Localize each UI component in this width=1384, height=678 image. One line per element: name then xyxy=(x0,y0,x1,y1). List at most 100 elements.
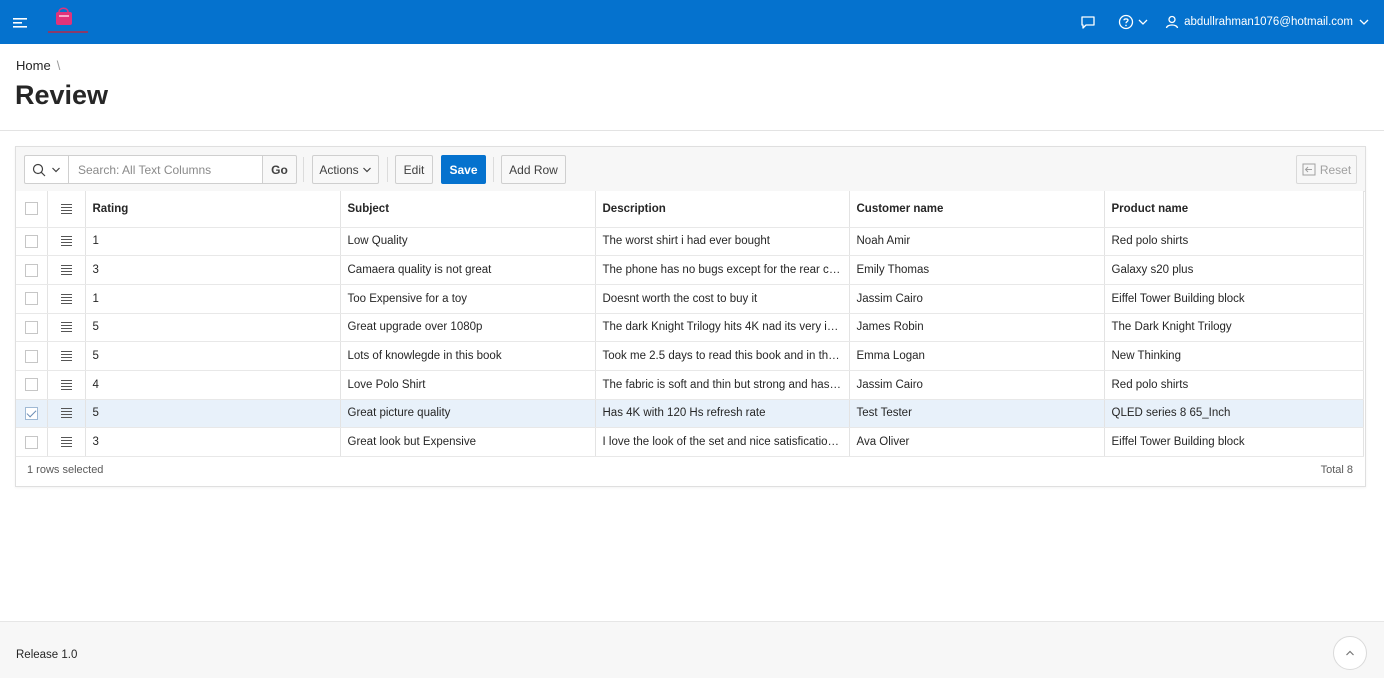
table-row[interactable]: 5 Great upgrade over 1080p The dark Knig… xyxy=(16,313,1364,343)
cell-subject[interactable]: Low Quality xyxy=(340,227,596,257)
cell-description[interactable]: Took me 2.5 days to read this book and i… xyxy=(595,341,850,371)
row-action-menu-icon[interactable] xyxy=(60,349,72,363)
row-action-cell xyxy=(47,284,86,314)
cell-description[interactable]: I love the look of the set and nice sati… xyxy=(595,427,850,457)
row-select-cell xyxy=(16,284,48,314)
user-email: abdullrahman1076@hotmail.com xyxy=(1184,16,1353,28)
row-checkbox[interactable] xyxy=(24,435,38,449)
cell-product-name[interactable]: Eiffel Tower Building block xyxy=(1104,427,1364,457)
table-row[interactable]: 1 Low Quality The worst shirt i had ever… xyxy=(16,227,1364,257)
cell-subject[interactable]: Love Polo Shirt xyxy=(340,370,596,400)
column-menu-icon[interactable] xyxy=(60,202,72,216)
cell-subject[interactable]: Lots of knowlegde in this book xyxy=(340,341,596,371)
cell-customer-name[interactable]: Jassim Cairo xyxy=(849,284,1105,314)
cell-description[interactable]: Has 4K with 120 Hs refresh rate xyxy=(595,399,850,429)
cell-product-name[interactable]: QLED series 8 65_Inch xyxy=(1104,399,1364,429)
scroll-to-top-button[interactable] xyxy=(1333,636,1367,670)
cell-customer-name[interactable]: James Robin xyxy=(849,313,1105,343)
cell-customer-name[interactable]: Jassim Cairo xyxy=(849,370,1105,400)
row-checkbox-checked[interactable] xyxy=(24,406,38,420)
cell-customer-name[interactable]: Emma Logan xyxy=(849,341,1105,371)
menu-icon[interactable] xyxy=(13,14,31,30)
app-logo[interactable] xyxy=(46,5,90,37)
cell-rating[interactable]: 5 xyxy=(85,341,341,371)
row-checkbox[interactable] xyxy=(24,263,38,277)
chat-icon[interactable] xyxy=(1080,12,1100,32)
cell-rating[interactable]: 3 xyxy=(85,427,341,457)
reset-button[interactable]: Reset xyxy=(1296,155,1357,184)
cell-product-name[interactable]: Eiffel Tower Building block xyxy=(1104,284,1364,314)
cell-subject[interactable]: Great picture quality xyxy=(340,399,596,429)
table-header-row: Rating Subject Description Customer name… xyxy=(16,191,1364,228)
cell-customer-name[interactable]: Ava Oliver xyxy=(849,427,1105,457)
cell-subject[interactable]: Camaera quality is not great xyxy=(340,255,596,285)
cell-subject[interactable]: Too Expensive for a toy xyxy=(340,284,596,314)
column-header-description[interactable]: Description xyxy=(595,191,850,228)
reset-label: Reset xyxy=(1319,162,1352,177)
row-checkbox[interactable] xyxy=(24,234,38,248)
row-action-menu-icon[interactable] xyxy=(60,406,72,420)
row-checkbox[interactable] xyxy=(24,349,38,363)
search-input[interactable] xyxy=(69,155,263,184)
select-all-checkbox[interactable] xyxy=(24,202,38,216)
table-row[interactable]: 4 Love Polo Shirt The fabric is soft and… xyxy=(16,370,1364,400)
cell-description[interactable]: The dark Knight Trilogy hits 4K nad its … xyxy=(595,313,850,343)
cell-customer-name[interactable]: Noah Amir xyxy=(849,227,1105,257)
row-action-menu-icon[interactable] xyxy=(60,320,72,334)
row-action-menu-icon[interactable] xyxy=(60,378,72,392)
breadcrumb-separator: \ xyxy=(56,58,61,73)
add-row-button[interactable]: Add Row xyxy=(501,155,566,184)
row-checkbox[interactable] xyxy=(24,292,38,306)
row-action-menu-icon[interactable] xyxy=(60,263,72,277)
chevron-down-icon xyxy=(1359,19,1369,25)
user-menu[interactable]: abdullrahman1076@hotmail.com xyxy=(1165,15,1370,29)
row-action-cell xyxy=(47,341,86,371)
cell-rating[interactable]: 4 xyxy=(85,370,341,400)
chevron-down-icon xyxy=(1138,19,1148,25)
header-divider xyxy=(0,130,1384,131)
help-icon xyxy=(1118,14,1134,30)
table-row[interactable]: 3 Camaera quality is not great The phone… xyxy=(16,255,1364,285)
cell-rating[interactable]: 1 xyxy=(85,284,341,314)
column-header-product-name[interactable]: Product name xyxy=(1104,191,1364,228)
cell-product-name[interactable]: The Dark Knight Trilogy xyxy=(1104,313,1364,343)
cell-description[interactable]: The fabric is soft and thin but strong a… xyxy=(595,370,850,400)
actions-menu-button[interactable]: Actions xyxy=(312,155,379,184)
save-button[interactable]: Save xyxy=(441,155,486,184)
cell-rating[interactable]: 3 xyxy=(85,255,341,285)
cell-product-name[interactable]: New Thinking xyxy=(1104,341,1364,371)
cell-rating[interactable]: 5 xyxy=(85,399,341,429)
cell-customer-name[interactable]: Emily Thomas xyxy=(849,255,1105,285)
row-action-menu-icon[interactable] xyxy=(60,292,72,306)
cell-customer-name[interactable]: Test Tester xyxy=(849,399,1105,429)
cell-subject[interactable]: Great upgrade over 1080p xyxy=(340,313,596,343)
column-header-subject[interactable]: Subject xyxy=(340,191,596,228)
table-row[interactable]: 5 Lots of knowlegde in this book Took me… xyxy=(16,341,1364,371)
edit-button[interactable]: Edit xyxy=(395,155,433,184)
cell-subject[interactable]: Great look but Expensive xyxy=(340,427,596,457)
table-row[interactable]: 1 Too Expensive for a toy Doesnt worth t… xyxy=(16,284,1364,314)
table-row[interactable]: 3 Great look but Expensive I love the lo… xyxy=(16,427,1364,457)
cell-rating[interactable]: 5 xyxy=(85,313,341,343)
column-header-rating[interactable]: Rating xyxy=(85,191,341,228)
row-action-menu-icon[interactable] xyxy=(60,435,72,449)
cell-product-name[interactable]: Red polo shirts xyxy=(1104,370,1364,400)
cell-description[interactable]: The phone has no bugs except for the rea… xyxy=(595,255,850,285)
row-checkbox[interactable] xyxy=(24,378,38,392)
cell-description[interactable]: Doesnt worth the cost to buy it xyxy=(595,284,850,314)
cell-description[interactable]: The worst shirt i had ever bought xyxy=(595,227,850,257)
cell-product-name[interactable]: Red polo shirts xyxy=(1104,227,1364,257)
row-action-cell xyxy=(47,427,86,457)
table-row-selected[interactable]: 5 Great picture quality Has 4K with 120 … xyxy=(16,399,1364,429)
go-button[interactable]: Go xyxy=(262,155,297,184)
cell-rating[interactable]: 1 xyxy=(85,227,341,257)
help-menu[interactable] xyxy=(1118,14,1149,30)
search-column-menu[interactable] xyxy=(24,155,69,184)
row-checkbox[interactable] xyxy=(24,320,38,334)
row-action-menu-icon[interactable] xyxy=(60,234,72,248)
chevron-down-icon xyxy=(52,167,60,172)
breadcrumb-home[interactable]: Home xyxy=(16,58,51,73)
column-header-customer-name[interactable]: Customer name xyxy=(849,191,1105,228)
cell-product-name[interactable]: Galaxy s20 plus xyxy=(1104,255,1364,285)
row-action-cell xyxy=(47,313,86,343)
